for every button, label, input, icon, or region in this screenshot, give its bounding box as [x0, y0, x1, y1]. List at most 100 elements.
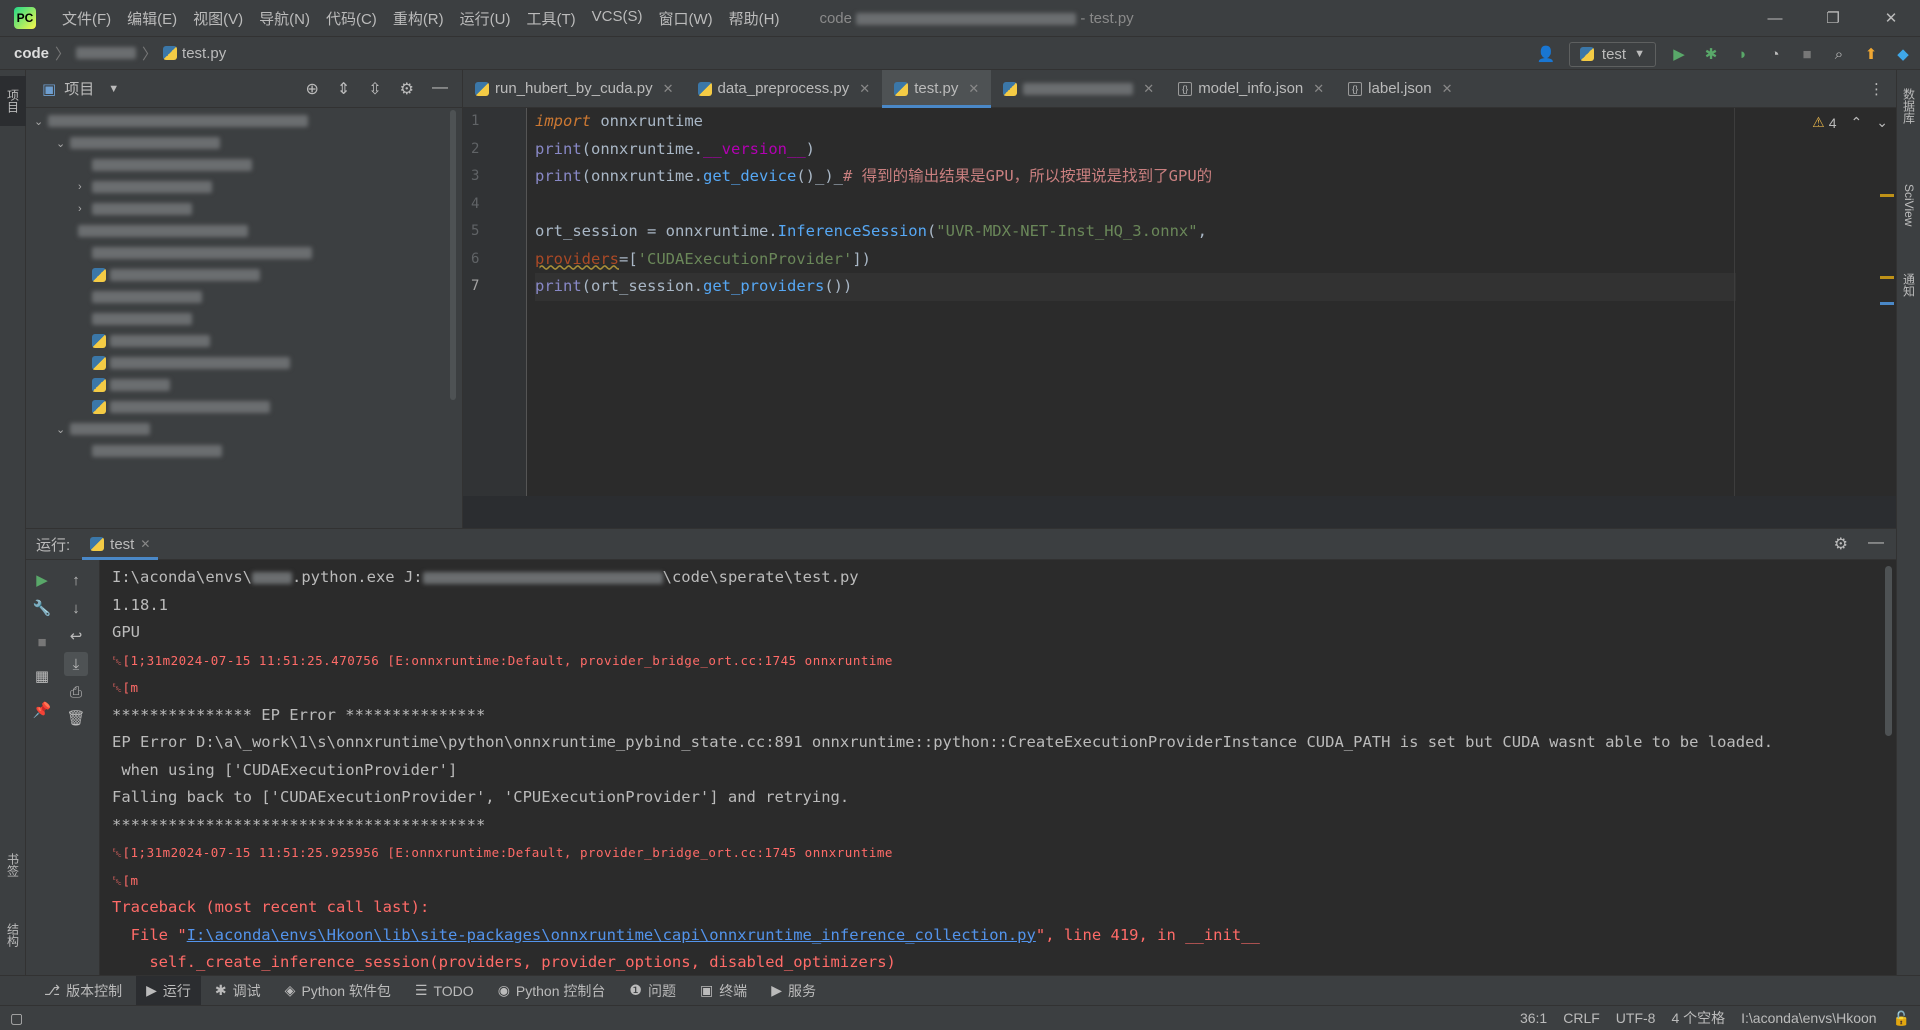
tab-database-vertical[interactable]: 数据库	[1897, 76, 1920, 136]
tree-row[interactable]	[26, 154, 462, 176]
tab-notifications-vertical[interactable]: 通知	[1897, 260, 1920, 310]
stop-icon[interactable]: ■	[1798, 45, 1816, 63]
toolwin-todo[interactable]: ☰ TODO	[405, 976, 484, 1005]
breadcrumb-project[interactable]: code	[14, 45, 49, 62]
tab-structure-vertical[interactable]: 结构	[0, 910, 26, 960]
close-icon[interactable]: ✕	[140, 537, 150, 551]
layout-icon[interactable]: ▦	[30, 664, 54, 688]
pin-icon[interactable]: 📌	[30, 698, 54, 722]
tree-row[interactable]	[26, 308, 462, 330]
scroll-to-end-icon[interactable]: ⤓	[64, 652, 88, 676]
file-encoding[interactable]: UTF-8	[1616, 1010, 1656, 1026]
pycharm-logo-icon[interactable]: PC	[14, 7, 36, 29]
console-scrollbar[interactable]	[1885, 566, 1892, 736]
tab-model-info-json[interactable]: {} model_info.json ✕	[1166, 70, 1336, 108]
tab-bookmarks-vertical[interactable]: 书签	[0, 840, 26, 890]
gear-icon[interactable]: ⚙	[400, 79, 414, 99]
tree-row[interactable]	[26, 220, 462, 242]
more-tabs-icon[interactable]: ⋮	[1869, 80, 1884, 98]
warning-stripe[interactable]	[1880, 276, 1894, 279]
warning-stripe[interactable]	[1880, 194, 1894, 197]
chevron-down-icon[interactable]: ⌄	[1876, 114, 1888, 131]
menu-refactor[interactable]: 重构(R)	[385, 8, 452, 29]
code-editor[interactable]: 1 2 3 4 5 6 7 import onnxruntime print(o…	[463, 108, 1896, 496]
hide-icon[interactable]: —	[1868, 534, 1884, 554]
toolwin-run[interactable]: ▶ 运行	[136, 976, 201, 1005]
menu-vcs[interactable]: VCS(S)	[584, 8, 651, 29]
tree-row[interactable]: ›	[26, 176, 462, 198]
code-line[interactable]: print(onnxruntime.get_device()_)_# 得到的输出…	[535, 163, 1736, 191]
menu-file[interactable]: 文件(F)	[54, 8, 119, 29]
code-line[interactable]: providers=['CUDAExecutionProvider'])	[535, 246, 1736, 274]
tab-sciview-vertical[interactable]: SciView	[1897, 170, 1920, 240]
code-line[interactable]: import onnxruntime	[535, 108, 1736, 136]
print-icon[interactable]: ⎙	[64, 680, 88, 704]
toolwin-services[interactable]: ▶ 服务	[761, 976, 826, 1005]
expand-all-icon[interactable]: ⇕	[337, 79, 350, 99]
caret-position[interactable]: 36:1	[1520, 1010, 1547, 1026]
rerun-icon[interactable]: ▶	[30, 568, 54, 592]
debug-icon[interactable]: ✱	[1702, 45, 1720, 63]
redacted-folder[interactable]	[76, 47, 137, 59]
user-icon[interactable]: 👤	[1537, 45, 1556, 63]
stop-icon[interactable]: ■	[30, 630, 54, 654]
tab-run-hubert-by-cuda[interactable]: run_hubert_by_cuda.py ✕	[463, 70, 686, 108]
run-icon[interactable]: ▶	[1670, 45, 1688, 63]
code-line[interactable]: ort_session = onnxruntime.InferenceSessi…	[535, 218, 1736, 246]
tree-row[interactable]	[26, 440, 462, 462]
close-window-button[interactable]: ✕	[1862, 0, 1920, 36]
run-config-selector[interactable]: test ▼	[1568, 41, 1656, 67]
close-icon[interactable]: ✕	[1313, 81, 1324, 97]
close-icon[interactable]: ✕	[859, 81, 870, 97]
indent-setting[interactable]: 4 个空格	[1671, 1008, 1725, 1028]
tab-test-py[interactable]: test.py ✕	[882, 69, 992, 108]
collapse-all-icon[interactable]: ⇳	[368, 79, 381, 99]
line-separator[interactable]: CRLF	[1563, 1010, 1600, 1026]
code-line[interactable]: print(onnxruntime.__version__)	[535, 136, 1736, 164]
soft-wrap-icon[interactable]: ↩	[64, 624, 88, 648]
toolwin-terminal[interactable]: ▣ 终端	[690, 976, 757, 1005]
restore-button[interactable]: ❐	[1804, 0, 1862, 36]
toolwin-debug[interactable]: ✱ 调试	[205, 976, 271, 1005]
project-panel-title[interactable]: 项目	[64, 78, 94, 99]
tree-row[interactable]	[26, 352, 462, 374]
coverage-icon[interactable]: ◗	[1734, 45, 1752, 63]
toolwin-python-console[interactable]: ◉ Python 控制台	[488, 976, 616, 1005]
caret-stripe[interactable]	[1880, 302, 1894, 305]
layout-toggle-icon[interactable]: ▢	[10, 1010, 23, 1027]
tree-row[interactable]	[26, 396, 462, 418]
update-icon[interactable]: ⬆	[1862, 45, 1880, 63]
close-icon[interactable]: ✕	[1143, 81, 1154, 97]
arrow-up-icon[interactable]: ↑	[64, 568, 88, 592]
search-icon[interactable]: ⌕	[1830, 45, 1848, 63]
tab-label-json[interactable]: {} label.json ✕	[1336, 70, 1464, 108]
tree-row[interactable]	[26, 286, 462, 308]
chevron-up-icon[interactable]: ⌃	[1851, 114, 1863, 131]
gear-icon[interactable]: ⚙	[1834, 534, 1848, 554]
tab-data-preprocess[interactable]: data_preprocess.py ✕	[686, 70, 883, 108]
wrench-icon[interactable]: 🔧	[30, 596, 54, 620]
code-area[interactable]: import onnxruntime print(onnxruntime.__v…	[535, 108, 1736, 301]
tree-row[interactable]	[26, 374, 462, 396]
breadcrumb-file[interactable]: test.py	[182, 45, 226, 62]
menu-code[interactable]: 代码(C)	[318, 8, 385, 29]
menu-view[interactable]: 视图(V)	[185, 8, 251, 29]
toolwin-version-control[interactable]: ⎇ 版本控制	[34, 976, 132, 1005]
code-line-current[interactable]: print(ort_session.get_providers())	[535, 273, 1736, 301]
profile-icon[interactable]: ◔	[1766, 45, 1784, 63]
console-output[interactable]: I:\aconda\envs\ .python.exe J: \code\spera…	[100, 560, 1896, 975]
locate-icon[interactable]: ⊕	[305, 79, 318, 99]
jetbrains-icon[interactable]: ◆	[1894, 45, 1912, 63]
tree-row[interactable]	[26, 330, 462, 352]
tree-row[interactable]: ⌄	[26, 132, 462, 154]
tree-row[interactable]: ⌄	[26, 110, 462, 132]
inspection-widget[interactable]: ⚠ 4 ⌃ ⌄	[1812, 114, 1888, 131]
arrow-down-icon[interactable]: ↓	[64, 596, 88, 620]
close-icon[interactable]: ✕	[968, 81, 979, 97]
tab-project-vertical[interactable]: 项目	[0, 76, 26, 126]
tab-redacted[interactable]: ✕	[991, 70, 1166, 108]
menu-help[interactable]: 帮助(H)	[721, 8, 788, 29]
tree-row[interactable]: ⌄	[26, 418, 462, 440]
tree-row[interactable]: ›	[26, 198, 462, 220]
trash-icon[interactable]: 🗑	[64, 706, 88, 730]
